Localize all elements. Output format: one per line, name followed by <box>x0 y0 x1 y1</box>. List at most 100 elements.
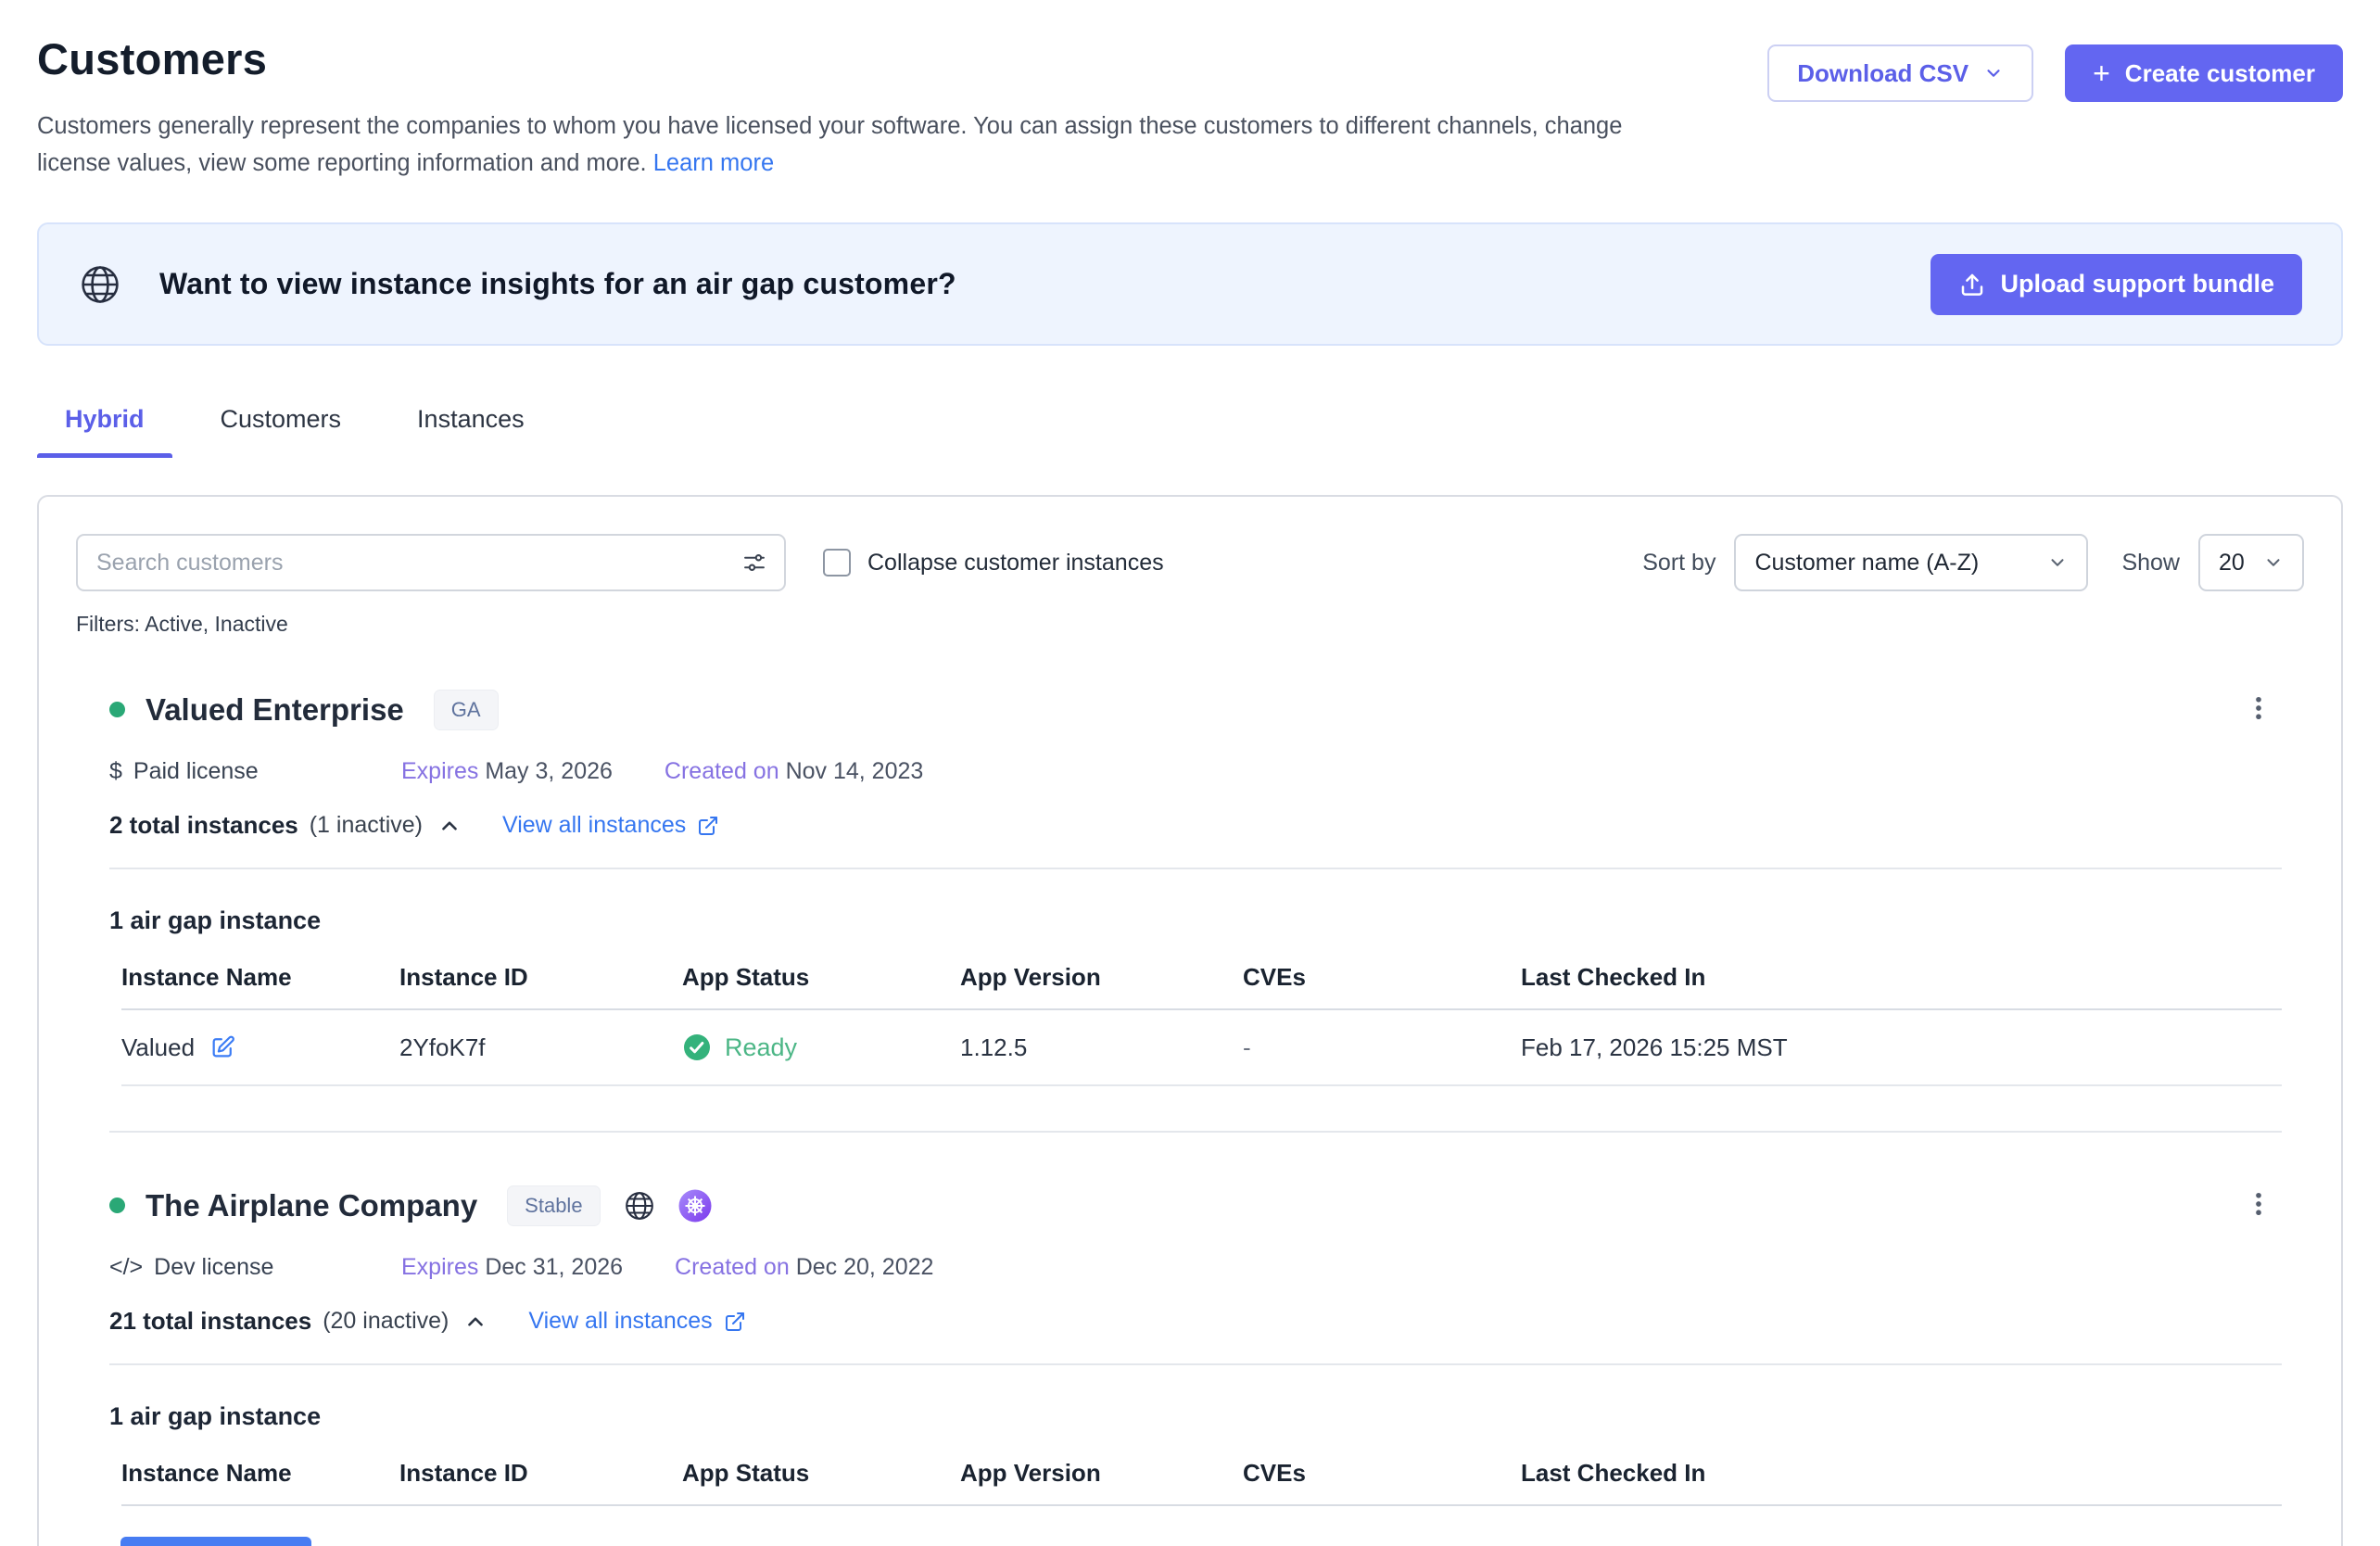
col-app-status: App Status <box>682 963 960 992</box>
collapse-chevron-up-icon[interactable] <box>437 814 462 838</box>
airgap-instances-heading: 1 air gap instance <box>109 1402 2282 1431</box>
instance-row: Valued 2YfoK7f Ready 1.12.5 - Feb <box>121 1010 2282 1086</box>
helm-icon <box>678 1189 712 1223</box>
instances-table-header: Instance Name Instance ID App Status App… <box>121 963 2282 1010</box>
tab-instances-label: Instances <box>417 405 525 433</box>
expires-date: Expires Dec 31, 2026 <box>401 1254 623 1281</box>
page-header-text: Customers Customers generally represent … <box>37 33 1668 182</box>
app-status-text: Ready <box>725 1033 797 1062</box>
airgap-instances-heading: 1 air gap instance <box>109 906 2282 935</box>
col-app-status: App Status <box>682 1459 960 1488</box>
customer-header: Valued Enterprise GA <box>109 685 2282 734</box>
search-box <box>76 534 786 591</box>
license-info-row: $ Paid license Expires May 3, 2026 Creat… <box>109 758 2282 785</box>
tab-customers-label: Customers <box>221 405 342 433</box>
instance-id-cell: 2YfoK7f <box>399 1033 682 1062</box>
customer-name[interactable]: The Airplane Company <box>146 1188 477 1223</box>
instance-name-cell: Valued <box>121 1033 399 1062</box>
customers-card: Collapse customer instances Sort by Cust… <box>37 495 2343 1546</box>
col-instance-name: Instance Name <box>121 963 399 992</box>
app-status-cell: Ready <box>682 1033 960 1062</box>
tab-instances[interactable]: Instances <box>389 405 552 458</box>
external-link-icon <box>697 815 719 837</box>
page-description-text: Customers generally represent the compan… <box>37 113 1622 176</box>
tab-hybrid-label: Hybrid <box>65 405 145 433</box>
collapse-instances-control: Collapse customer instances <box>823 549 1164 577</box>
airgap-globe-icon <box>78 262 122 307</box>
expires-date: Expires May 3, 2026 <box>401 758 613 785</box>
chevron-down-icon <box>1983 63 2004 83</box>
customers-page: Customers Customers generally represent … <box>0 0 2380 1546</box>
view-all-instances-label: View all instances <box>528 1308 712 1335</box>
instances-summary-row: 2 total instances (1 inactive) View all … <box>109 811 2282 840</box>
expires-value: May 3, 2026 <box>485 758 613 784</box>
sort-by-label: Sort by <box>1642 550 1715 577</box>
app-version-cell: 1.12.5 <box>960 1033 1243 1062</box>
total-instances: 2 total instances <box>109 811 298 840</box>
instance-name: Valued <box>121 1033 195 1062</box>
active-status-dot <box>109 702 125 717</box>
view-all-instances-label: View all instances <box>502 812 686 839</box>
upload-support-bundle-button[interactable]: Upload support bundle <box>1931 254 2302 315</box>
upload-icon <box>1958 271 1986 298</box>
upload-support-bundle-label: Upload support bundle <box>2001 270 2274 298</box>
customer-the-airplane-company: The Airplane Company Stable <box>39 1181 2341 1506</box>
customer-menu-button[interactable] <box>2235 1181 2282 1230</box>
ready-check-icon <box>682 1033 712 1062</box>
chevron-down-icon <box>2047 552 2068 573</box>
tab-bar: Hybrid Customers Instances <box>37 405 2343 458</box>
expires-label: Expires <box>401 758 478 784</box>
instances-summary-row: 21 total instances (20 inactive) View al… <box>109 1307 2282 1336</box>
learn-more-link[interactable]: Learn more <box>653 150 774 176</box>
channel-badge: GA <box>434 690 499 730</box>
download-csv-button[interactable]: Download CSV <box>1767 44 2033 102</box>
created-date: Created on Dec 20, 2022 <box>675 1254 933 1281</box>
edit-pencil-icon[interactable] <box>209 1034 235 1060</box>
filter-sliders-icon[interactable] <box>741 550 767 576</box>
create-customer-button[interactable]: + Create customer <box>2065 44 2343 102</box>
created-date: Created on Nov 14, 2023 <box>665 758 923 785</box>
expires-label: Expires <box>401 1254 478 1280</box>
page-title: Customers <box>37 33 1668 84</box>
total-instances: 21 total instances <box>109 1307 311 1336</box>
col-instance-id: Instance ID <box>399 963 682 992</box>
col-cves: CVEs <box>1243 963 1521 992</box>
view-all-instances-link[interactable]: View all instances <box>502 812 719 839</box>
show-value: 20 <box>2219 550 2245 577</box>
show-select[interactable]: 20 <box>2198 534 2304 591</box>
download-csv-label: Download CSV <box>1797 59 1969 88</box>
chevron-down-icon <box>2263 552 2284 573</box>
sort-by-select[interactable]: Customer name (A-Z) <box>1734 534 2088 591</box>
tab-customers[interactable]: Customers <box>193 405 370 458</box>
license-info-row: </> Dev license Expires Dec 31, 2026 Cre… <box>109 1254 2282 1281</box>
airgap-banner-title: Want to view instance insights for an ai… <box>159 267 956 301</box>
expires-value: Dec 31, 2026 <box>485 1254 623 1280</box>
active-status-dot <box>109 1198 125 1213</box>
tab-hybrid[interactable]: Hybrid <box>37 405 172 458</box>
external-link-icon <box>724 1311 746 1333</box>
inactive-instances-note: (1 inactive) <box>310 812 423 839</box>
col-instance-id: Instance ID <box>399 1459 682 1488</box>
created-on-label: Created on <box>675 1254 790 1280</box>
col-instance-name: Instance Name <box>121 1459 399 1488</box>
dev-license-icon: </> <box>109 1254 143 1281</box>
cves-cell: - <box>1243 1033 1521 1062</box>
license-type: $ Paid license <box>109 758 401 785</box>
created-on-label: Created on <box>665 758 779 784</box>
sort-by-value: Customer name (A-Z) <box>1754 550 1979 577</box>
collapse-instances-checkbox[interactable] <box>823 549 851 577</box>
inactive-instances-note: (20 inactive) <box>323 1308 449 1335</box>
customer-header: The Airplane Company Stable <box>109 1181 2282 1230</box>
customer-name[interactable]: Valued Enterprise <box>146 692 404 728</box>
view-all-instances-link[interactable]: View all instances <box>528 1308 745 1335</box>
customer-menu-button[interactable] <box>2235 685 2282 734</box>
divider <box>109 868 2282 869</box>
col-cves: CVEs <box>1243 1459 1521 1488</box>
col-last-checked-in: Last Checked In <box>1521 963 2282 992</box>
show-label: Show <box>2121 550 2180 577</box>
channel-badge: Stable <box>507 1185 600 1226</box>
customer-valued-enterprise: Valued Enterprise GA $ Paid license Expi… <box>39 685 2341 1086</box>
divider <box>109 1363 2282 1365</box>
search-input[interactable] <box>96 550 741 577</box>
collapse-chevron-up-icon[interactable] <box>463 1310 487 1334</box>
